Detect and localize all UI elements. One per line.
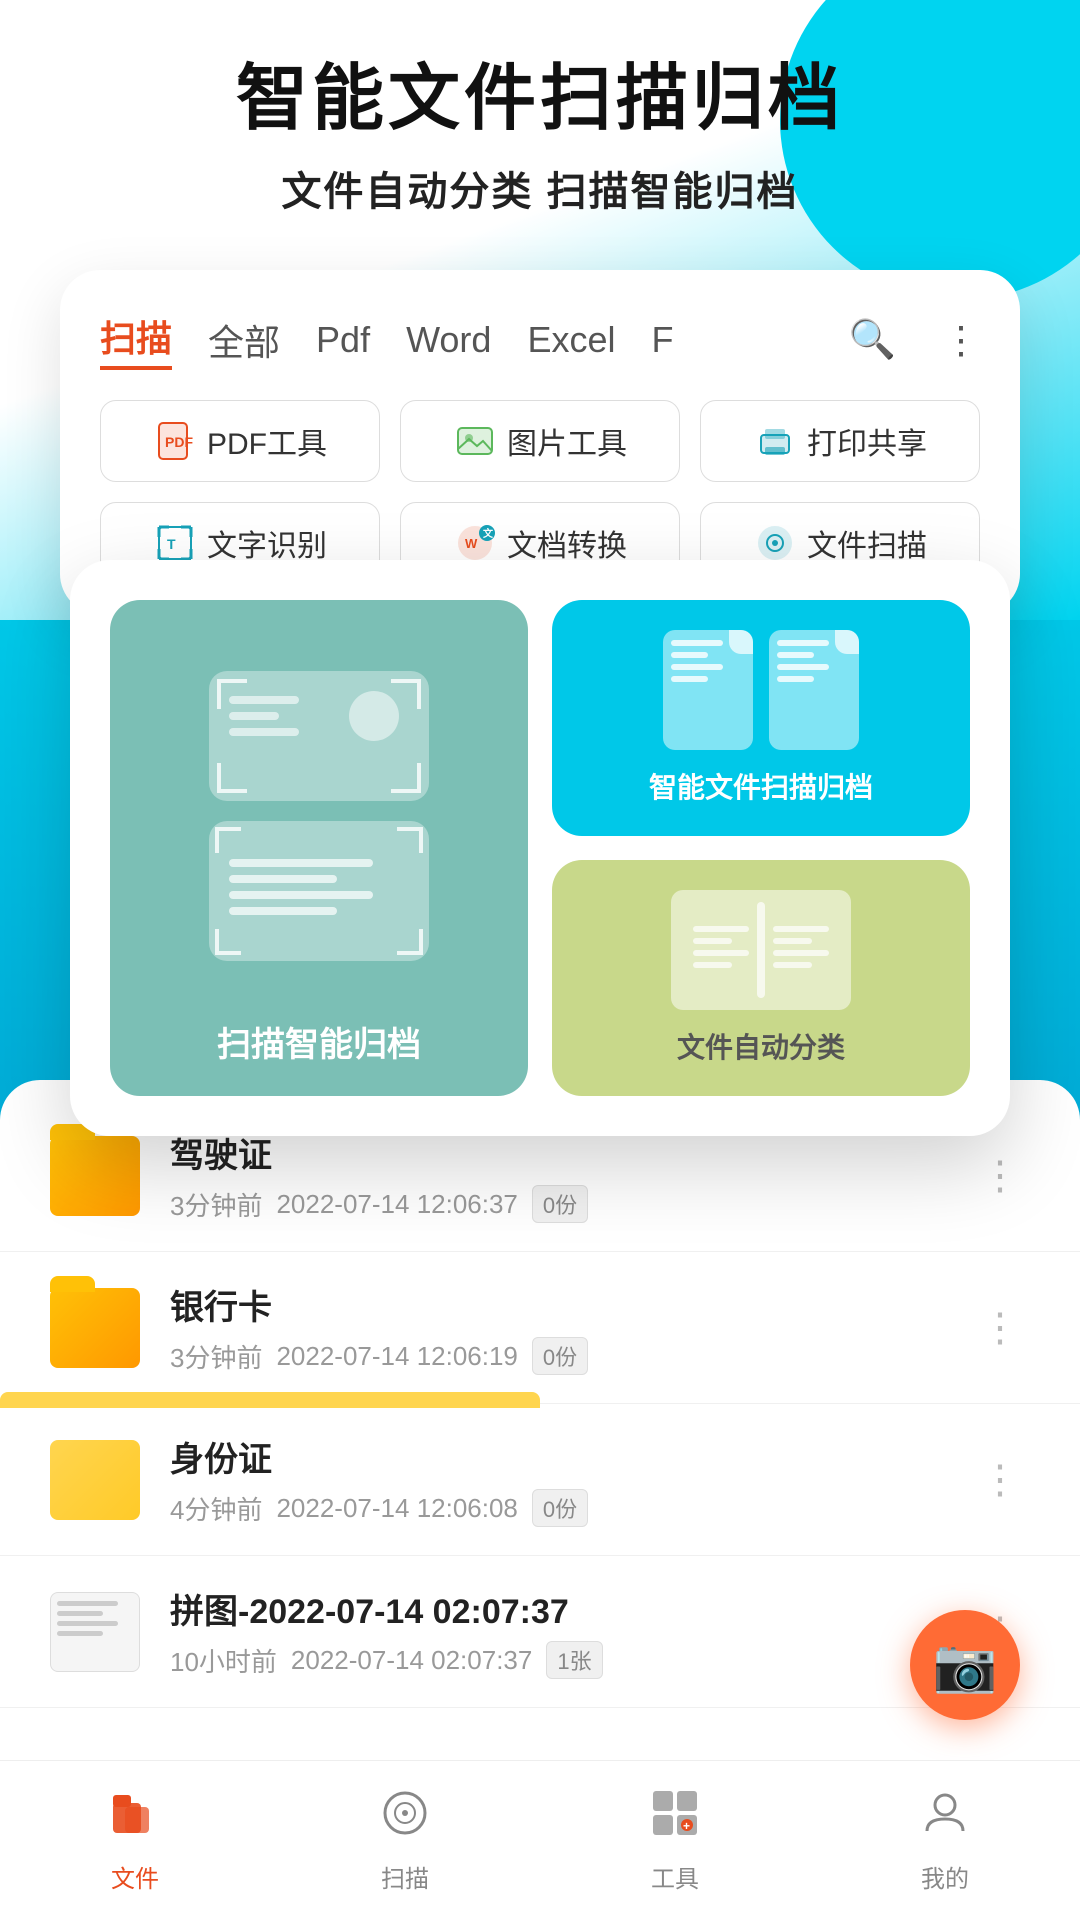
hero-subtitle: 文件自动分类 扫描智能归档	[0, 159, 1080, 217]
file-illus	[663, 630, 859, 750]
file-time-3: 4分钟前	[170, 1490, 262, 1527]
book-illus	[671, 890, 851, 1010]
nav-mine-label: 我的	[921, 1859, 969, 1894]
img-tool-btn[interactable]: 图片工具	[400, 400, 680, 482]
nav-scan-label: 扫描	[381, 1859, 429, 1894]
tab-all[interactable]: 全部	[208, 314, 280, 366]
svg-text:PDF: PDF	[165, 434, 193, 450]
file-name-2: 银行卡	[170, 1280, 970, 1329]
doc-convert-icon: W 文	[453, 521, 497, 565]
tabs-row: 扫描 全部 Pdf Word Excel F 🔍 ⋮	[100, 310, 980, 370]
tools-row: PDF PDF工具 图片工具	[100, 400, 980, 482]
smart-scan-cell[interactable]: 智能文件扫描归档	[552, 600, 970, 836]
file-time-2: 3分钟前	[170, 1338, 262, 1375]
tab-excel[interactable]: Excel	[527, 319, 615, 361]
print-tool-label: 打印共享	[807, 419, 927, 463]
camera-fab[interactable]: 📷	[910, 1610, 1020, 1720]
smart-scan-label: 智能文件扫描归档	[649, 766, 873, 806]
file-badge-4: 1张	[546, 1641, 602, 1679]
file-name-4: 拼图-2022-07-14 02:07:37	[170, 1584, 970, 1633]
file-scan-icon	[753, 521, 797, 565]
hero-section: 智能文件扫描归档 文件自动分类 扫描智能归档	[0, 60, 1080, 217]
file-info-3: 身份证 4分钟前 2022-07-14 12:06:08 0份	[170, 1432, 970, 1527]
file-meta-2: 3分钟前 2022-07-14 12:06:19 0份	[170, 1337, 970, 1375]
file-time-1: 3分钟前	[170, 1186, 262, 1223]
file-item[interactable]: 身份证 4分钟前 2022-07-14 12:06:08 0份 ⋮	[0, 1404, 1080, 1556]
file-more-3[interactable]: ⋮	[970, 1447, 1030, 1513]
file-more-2[interactable]: ⋮	[970, 1295, 1030, 1361]
print-tool-btn[interactable]: 打印共享	[700, 400, 980, 482]
file-date-4: 2022-07-14 02:07:37	[291, 1645, 532, 1676]
tab-more[interactable]: F	[651, 319, 673, 361]
scan-nav-icon	[379, 1787, 431, 1851]
svg-text:+: +	[683, 1819, 690, 1833]
file-date-3: 2022-07-14 12:06:08	[276, 1493, 517, 1524]
file-illus-2	[769, 630, 859, 750]
pdf-tool-btn[interactable]: PDF PDF工具	[100, 400, 380, 482]
tab-scan[interactable]: 扫描	[100, 310, 172, 370]
scan-archive-cell[interactable]: 扫描智能归档	[110, 600, 528, 1096]
file-badge-1: 0份	[532, 1185, 588, 1223]
file-date-2: 2022-07-14 12:06:19	[276, 1341, 517, 1372]
svg-text:文: 文	[483, 527, 494, 540]
search-icon[interactable]: 🔍	[849, 318, 896, 362]
auto-classify-label: 文件自动分类	[677, 1026, 845, 1066]
file-info-1: 驾驶证 3分钟前 2022-07-14 12:06:37 0份	[170, 1128, 970, 1223]
file-item[interactable]: 银行卡 3分钟前 2022-07-14 12:06:19 0份 ⋮	[0, 1252, 1080, 1404]
file-info-4: 拼图-2022-07-14 02:07:37 10小时前 2022-07-14 …	[170, 1584, 970, 1679]
doc-thumb-4	[50, 1592, 140, 1672]
bottom-nav: 文件 扫描 + 工具	[0, 1760, 1080, 1920]
file-name-3: 身份证	[170, 1432, 970, 1481]
mine-nav-icon	[919, 1787, 971, 1851]
right-col: 智能文件扫描归档	[552, 600, 970, 1096]
file-info-2: 银行卡 3分钟前 2022-07-14 12:06:19 0份	[170, 1280, 970, 1375]
folder-icon-2	[50, 1288, 140, 1368]
folder-icon-1	[50, 1136, 140, 1216]
pdf-tool-label: PDF工具	[207, 419, 327, 463]
doc-convert-label: 文档转换	[507, 521, 627, 565]
svg-text:W: W	[465, 536, 478, 551]
nav-files-label: 文件	[111, 1859, 159, 1894]
files-nav-icon	[109, 1787, 161, 1851]
ocr-icon: T	[153, 521, 197, 565]
nav-files[interactable]: 文件	[109, 1787, 161, 1894]
print-icon	[753, 419, 797, 463]
file-badge-2: 0份	[532, 1337, 588, 1375]
pdf-icon: PDF	[153, 419, 197, 463]
tab-pdf[interactable]: Pdf	[316, 319, 370, 361]
tools-nav-icon: +	[649, 1787, 701, 1851]
file-illus-1	[663, 630, 753, 750]
nav-mine[interactable]: 我的	[919, 1787, 971, 1894]
id-card-illus	[209, 671, 429, 801]
file-scan-label: 文件扫描	[807, 521, 927, 565]
more-icon[interactable]: ⋮	[942, 318, 980, 363]
popup-grid: 扫描智能归档	[110, 600, 970, 1096]
tab-word[interactable]: Word	[406, 319, 491, 361]
nav-scan[interactable]: 扫描	[379, 1787, 431, 1894]
file-badge-3: 0份	[532, 1489, 588, 1527]
file-date-1: 2022-07-14 12:06:37	[276, 1189, 517, 1220]
scan-archive-label: 扫描智能归档	[217, 1017, 421, 1066]
img-icon	[453, 419, 497, 463]
img-tool-label: 图片工具	[507, 419, 627, 463]
auto-classify-cell[interactable]: 文件自动分类	[552, 860, 970, 1096]
file-more-1[interactable]: ⋮	[970, 1143, 1030, 1209]
camera-fab-icon: 📷	[933, 1635, 998, 1696]
file-meta-3: 4分钟前 2022-07-14 12:06:08 0份	[170, 1489, 970, 1527]
svg-text:T: T	[167, 536, 176, 552]
hero-title: 智能文件扫描归档	[0, 60, 1080, 139]
file-meta-4: 10小时前 2022-07-14 02:07:37 1张	[170, 1641, 970, 1679]
file-meta-1: 3分钟前 2022-07-14 12:06:37 0份	[170, 1185, 970, 1223]
folder-icon-3	[50, 1440, 140, 1520]
ocr-label: 文字识别	[207, 521, 327, 565]
nav-tools-label: 工具	[651, 1859, 699, 1894]
file-time-4: 10小时前	[170, 1642, 277, 1679]
nav-tools[interactable]: + 工具	[649, 1787, 701, 1894]
doc-illus	[209, 821, 429, 961]
popup-card: 扫描智能归档	[70, 560, 1010, 1136]
